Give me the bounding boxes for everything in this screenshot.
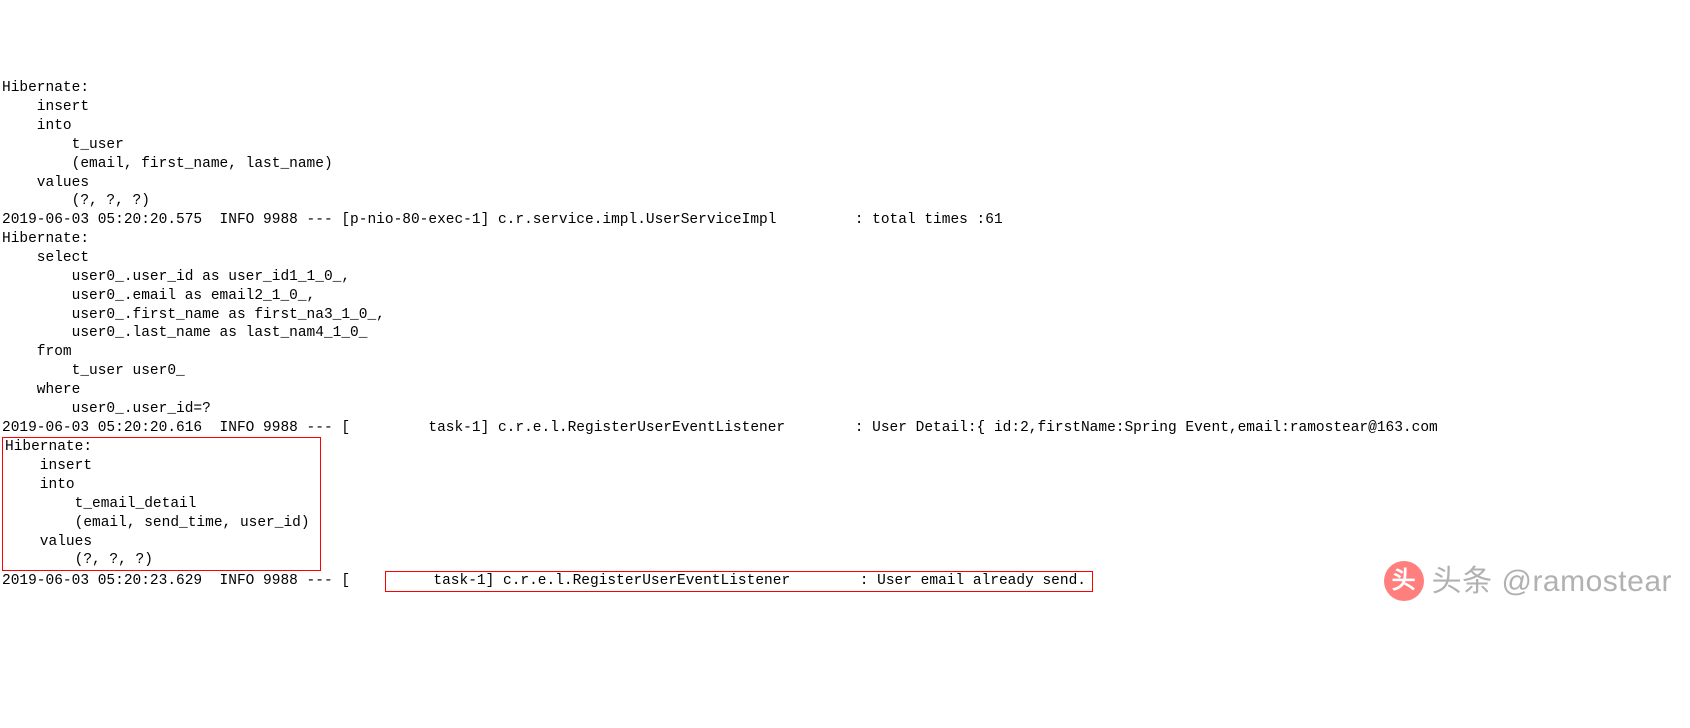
log-info-email-send-line: 2019-06-03 05:20:23.629 INFO 9988 --- [ … xyxy=(2,571,1688,592)
hibernate-select-user: Hibernate: select user0_.user_id as user… xyxy=(2,231,385,417)
hibernate-insert-email: Hibernate: insert into t_email_detail (e… xyxy=(5,439,318,568)
highlighted-log-message: task-1] c.r.e.l.RegisterUserEventListene… xyxy=(385,571,1093,592)
hibernate-insert-user: Hibernate: insert into t_user (email, fi… xyxy=(2,80,341,209)
log-info-user-detail: 2019-06-03 05:20:20.616 INFO 9988 --- [ … xyxy=(2,420,1438,436)
highlighted-sql-block: Hibernate: insert into t_email_detail (e… xyxy=(2,437,321,571)
log-info-email-send-prefix: 2019-06-03 05:20:23.629 INFO 9988 --- [ xyxy=(2,573,350,589)
log-info-total-times: 2019-06-03 05:20:20.575 INFO 9988 --- [p… xyxy=(2,212,1003,228)
